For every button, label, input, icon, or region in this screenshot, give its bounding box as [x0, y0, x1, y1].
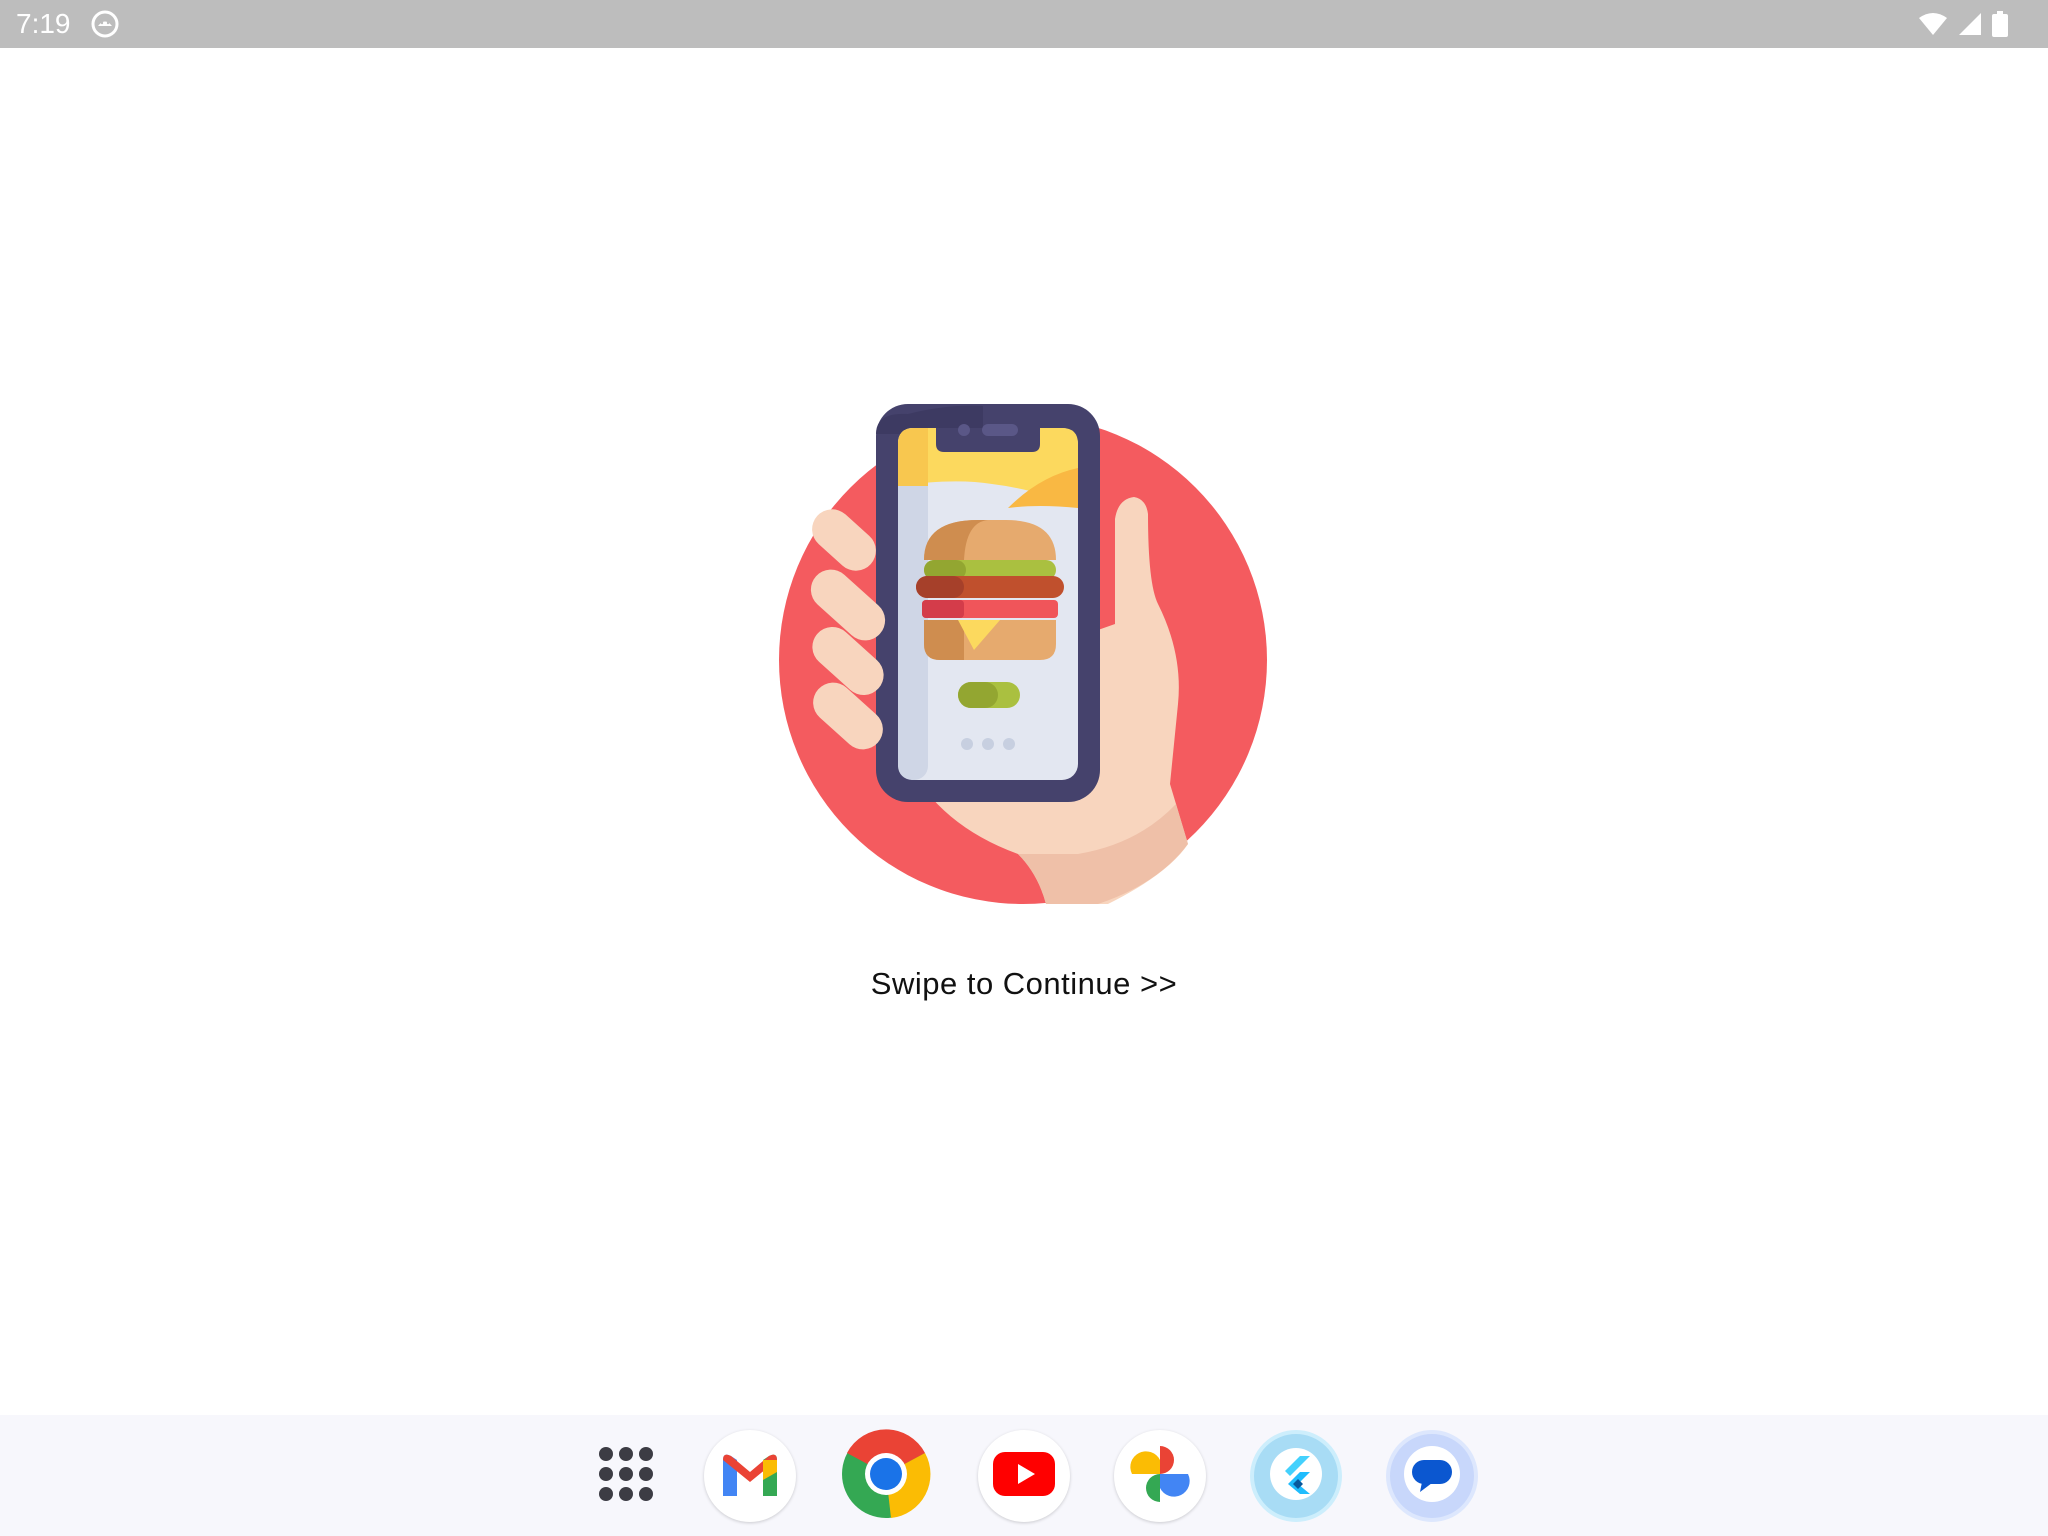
photos-app-button[interactable]: [1114, 1430, 1206, 1522]
chrome-icon: [841, 1428, 931, 1524]
status-time: 7:19: [16, 8, 71, 39]
gmail-app-button[interactable]: [704, 1430, 796, 1522]
grid-dots-icon: [597, 1445, 655, 1508]
gmail-icon: [719, 1450, 781, 1503]
messages-app-button[interactable]: [1386, 1430, 1478, 1522]
app-drawer-button[interactable]: [580, 1430, 672, 1522]
hand-holding-phone-burger-illustration: [778, 404, 1268, 904]
youtube-app-button[interactable]: [978, 1430, 1070, 1522]
android-notification-icon: [90, 9, 120, 39]
flutter-app-button[interactable]: [1250, 1430, 1342, 1522]
messages-icon: [1404, 1445, 1460, 1507]
status-bar: 7:19: [0, 0, 2048, 48]
cellular-signal-icon: [1958, 12, 1982, 36]
wifi-icon: [1918, 12, 1948, 36]
battery-icon: [1992, 11, 2008, 37]
flutter-icon: [1270, 1447, 1322, 1505]
youtube-icon: [993, 1451, 1055, 1501]
swipe-to-continue-text[interactable]: Swipe to Continue >>: [0, 966, 2048, 1002]
chrome-app-button[interactable]: [840, 1428, 932, 1524]
google-photos-icon: [1128, 1442, 1192, 1511]
status-icons: [1918, 10, 2008, 38]
